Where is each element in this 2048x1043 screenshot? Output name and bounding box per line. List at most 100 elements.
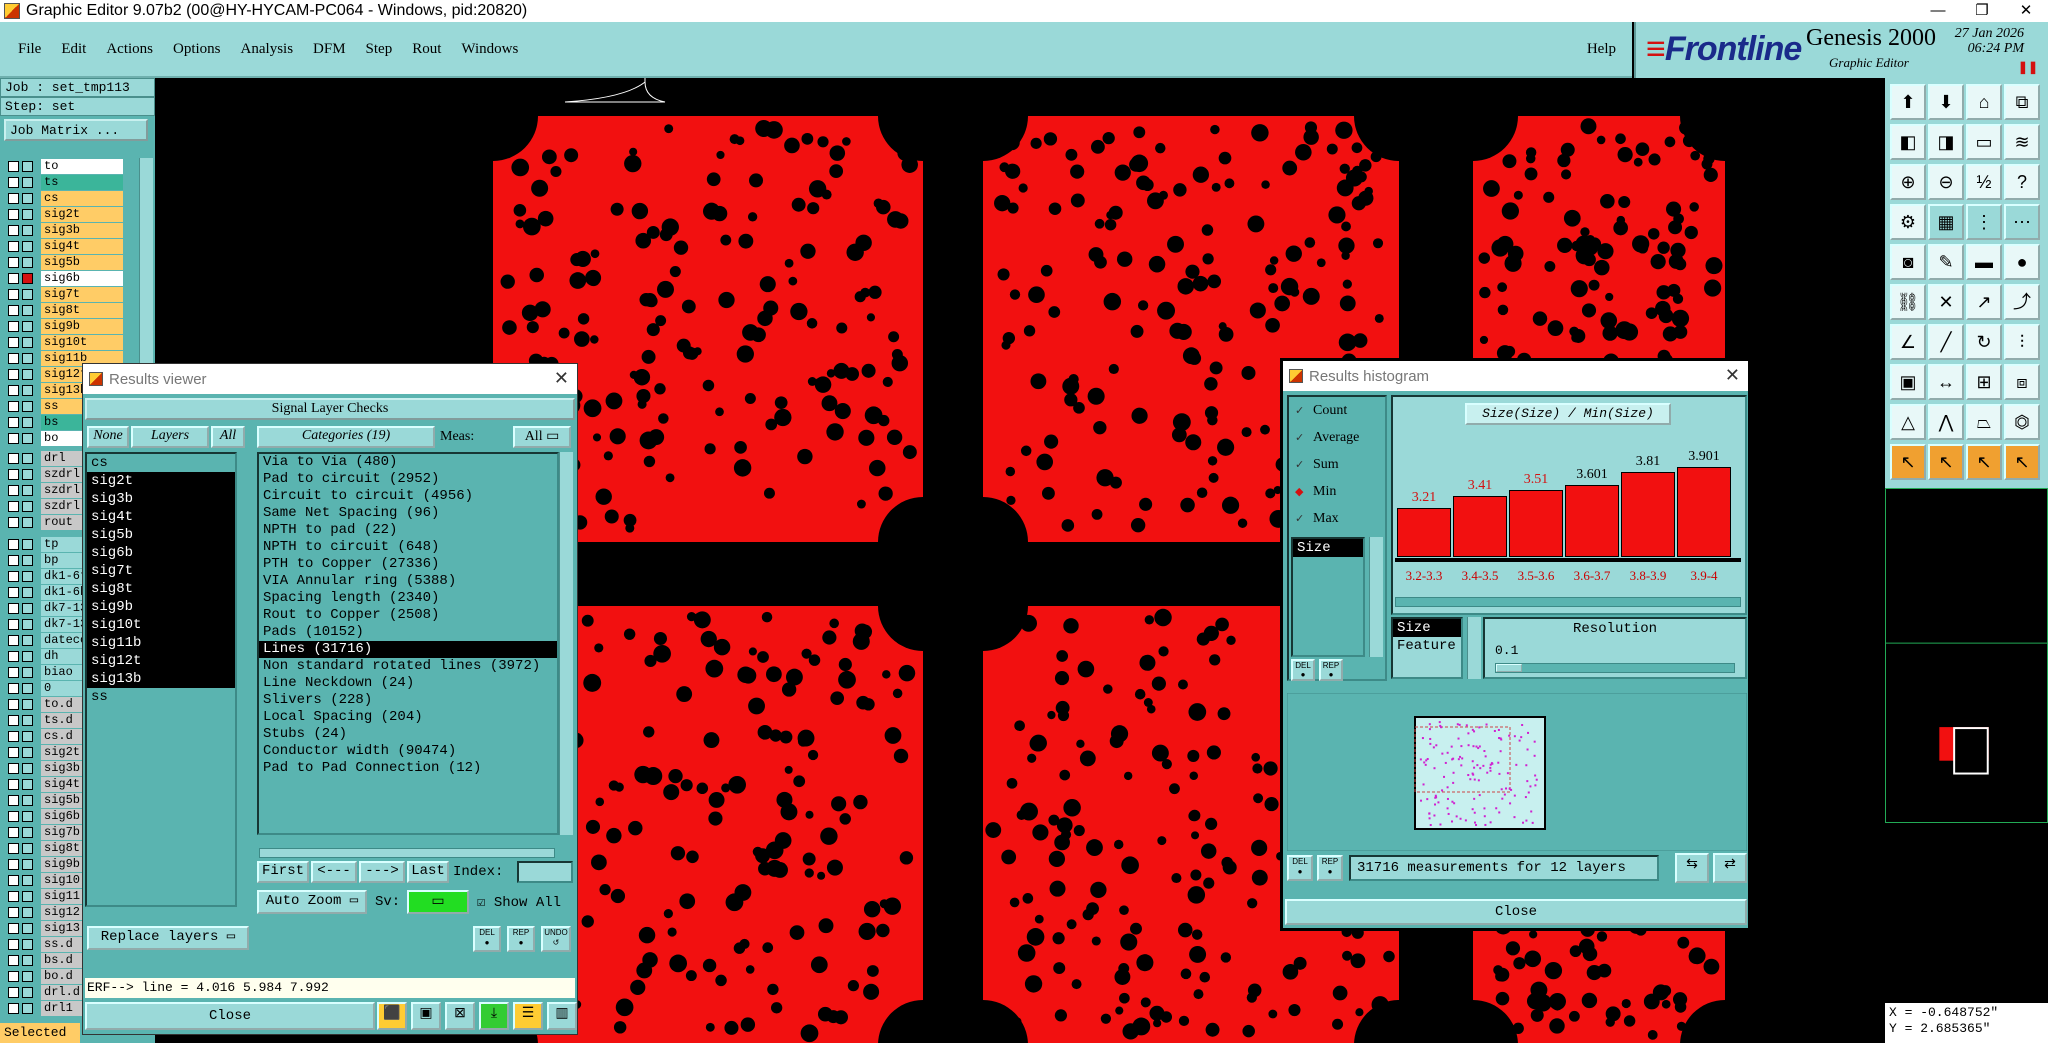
undo-icon[interactable]: UNDO ↺ — [541, 926, 571, 952]
layer-checkbox[interactable] — [8, 602, 19, 614]
layer-affected-toggle[interactable] — [22, 874, 33, 886]
layer-checkbox[interactable] — [8, 538, 19, 550]
layer-checkbox[interactable] — [8, 682, 19, 694]
layer-affected-toggle[interactable] — [22, 516, 33, 528]
categories-hscrollbar[interactable] — [259, 848, 555, 858]
layer-checkbox[interactable] — [8, 320, 19, 332]
layer-checkbox[interactable] — [8, 240, 19, 252]
layer-name[interactable]: ts — [41, 174, 123, 190]
layer-checkbox[interactable] — [8, 400, 19, 412]
layer-checkbox[interactable] — [8, 272, 19, 284]
layer-affected-toggle[interactable] — [22, 500, 33, 512]
layer-name[interactable]: sig6b — [41, 270, 123, 286]
layer-affected-toggle[interactable] — [22, 304, 33, 316]
net-icon[interactable]: ⋮ — [1966, 204, 2002, 240]
category-item[interactable]: Conductor width (90474) — [259, 743, 557, 760]
layer-checkbox[interactable] — [8, 500, 19, 512]
last-button[interactable]: Last — [407, 861, 449, 883]
layer-checkbox[interactable] — [8, 288, 19, 300]
category-item[interactable]: Circuit to circuit (4956) — [259, 488, 557, 505]
layer-checkbox[interactable] — [8, 714, 19, 726]
prev-button[interactable]: <--- — [311, 861, 357, 883]
layer-checkbox[interactable] — [8, 384, 19, 396]
del-icon[interactable]: DEL ● — [1287, 855, 1313, 881]
layer-list-item[interactable]: sig5b — [87, 526, 235, 544]
resolution-slider[interactable] — [1495, 663, 1735, 673]
move-icon[interactable]: ↔ — [1928, 364, 1964, 400]
layer-affected-toggle[interactable] — [22, 938, 33, 950]
layer-list-item[interactable]: sig7t — [87, 562, 235, 580]
layer-affected-toggle[interactable] — [22, 778, 33, 790]
import-icon[interactable]: ◧ — [1890, 124, 1926, 160]
layer-affected-toggle[interactable] — [22, 288, 33, 300]
layer-affected-toggle[interactable] — [22, 192, 33, 204]
menu-windows[interactable]: Windows — [459, 41, 520, 58]
category-item[interactable]: PTH to Copper (27336) — [259, 556, 557, 573]
triangle-icon[interactable]: △ — [1890, 404, 1926, 440]
layer-checkbox[interactable] — [8, 452, 19, 464]
select-box-icon[interactable]: ↖ — [1966, 444, 2002, 480]
next-button[interactable]: ---> — [359, 861, 405, 883]
category-item[interactable]: VIA Annular ring (5388) — [259, 573, 557, 590]
layer-list-item[interactable]: sig2t — [87, 472, 235, 490]
layer-checkbox[interactable] — [8, 794, 19, 806]
layer-affected-toggle[interactable] — [22, 618, 33, 630]
layer-list-item[interactable]: sig9b — [87, 598, 235, 616]
layer-row[interactable]: sig3b — [4, 222, 134, 238]
category-item[interactable]: Spacing length (2340) — [259, 590, 557, 607]
help-icon[interactable]: ? — [2004, 164, 2040, 200]
layer-affected-toggle[interactable] — [22, 1002, 33, 1014]
layer-affected-toggle[interactable] — [22, 538, 33, 550]
auto-zoom-select[interactable]: Auto Zoom ▭ — [257, 890, 367, 914]
index-input[interactable] — [517, 861, 573, 883]
layer-affected-toggle[interactable] — [22, 352, 33, 364]
categories-list[interactable]: Via to Via (480) Pad to circuit (2952) Cir… — [257, 452, 559, 835]
layer-checkbox[interactable] — [8, 618, 19, 630]
layer-name[interactable]: sig3b — [41, 222, 123, 238]
layer-list-item[interactable]: sig12t — [87, 652, 235, 670]
layer-checkbox[interactable] — [8, 256, 19, 268]
layer-list[interactable]: cs sig2t sig3b sig4t sig5b sig6b sig7t sig8t sig… — [85, 452, 237, 907]
layer-name[interactable]: sig7t — [41, 286, 123, 302]
categories-header[interactable]: Categories (19) — [257, 426, 435, 448]
category-item[interactable]: Lines (31716) — [259, 641, 557, 658]
layer-checkbox[interactable] — [8, 970, 19, 982]
layer-checkbox[interactable] — [8, 468, 19, 480]
layer-checkbox[interactable] — [8, 874, 19, 886]
save-icon[interactable]: ⬇ — [1928, 84, 1964, 120]
layer-checkbox[interactable] — [8, 890, 19, 902]
severity-select[interactable]: ▭ — [407, 890, 469, 914]
layer-checkbox[interactable] — [8, 586, 19, 598]
menu-actions[interactable]: Actions — [104, 41, 155, 58]
select-icon[interactable]: ↖ — [1928, 444, 1964, 480]
layer-affected-toggle[interactable] — [22, 906, 33, 918]
layer-affected-toggle[interactable] — [22, 762, 33, 774]
layer-checkbox[interactable] — [8, 160, 19, 172]
report-icon[interactable]: ▣ — [411, 1002, 441, 1030]
by-feature[interactable]: Feature — [1393, 637, 1461, 655]
layer-checkbox[interactable] — [8, 352, 19, 364]
category-item[interactable]: Rout to Copper (2508) — [259, 607, 557, 624]
layer-checkbox[interactable] — [8, 954, 19, 966]
close-icon[interactable]: ✕ — [554, 368, 569, 389]
histogram-bar[interactable] — [1677, 466, 1731, 557]
edge-icon[interactable]: ↗ — [1966, 284, 2002, 320]
peak-icon[interactable]: ⋀ — [1928, 404, 1964, 440]
layer-checkbox[interactable] — [8, 666, 19, 678]
layer-affected-toggle[interactable] — [22, 320, 33, 332]
layer-checkbox[interactable] — [8, 176, 19, 188]
layer-affected-toggle[interactable] — [22, 602, 33, 614]
layer-row[interactable]: sig10t — [4, 334, 134, 350]
layer-affected-toggle[interactable] — [22, 714, 33, 726]
layer-checkbox[interactable] — [8, 432, 19, 444]
layer-list-item[interactable]: sig3b — [87, 490, 235, 508]
grid-icon[interactable]: ▦ — [1928, 204, 1964, 240]
menu-file[interactable]: File — [16, 41, 43, 58]
pause-icon[interactable]: ❚❚ — [2018, 60, 2038, 74]
layer-affected-toggle[interactable] — [22, 730, 33, 742]
trapezoid-icon[interactable]: ⏢ — [1966, 404, 2002, 440]
chart-hscrollbar[interactable] — [1395, 597, 1741, 607]
meas-select[interactable]: All ▭ — [513, 426, 571, 448]
layer-affected-toggle[interactable] — [22, 176, 33, 188]
job-matrix-button[interactable]: Job Matrix ... — [4, 119, 148, 141]
